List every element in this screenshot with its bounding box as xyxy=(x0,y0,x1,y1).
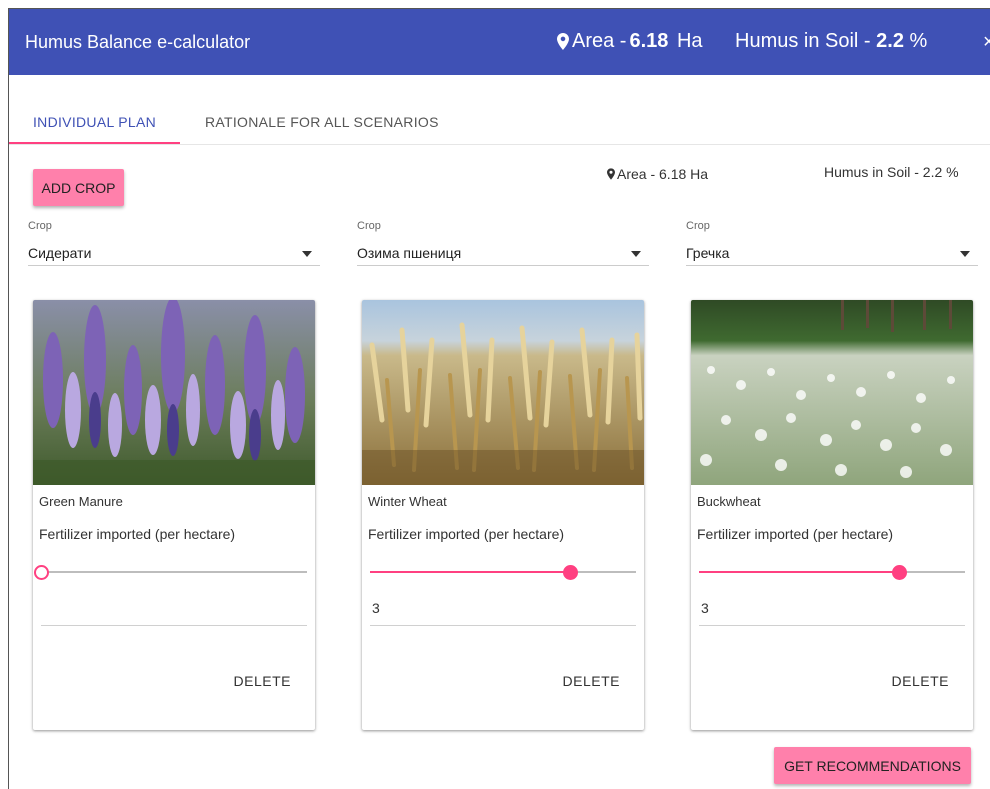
fertilizer-label: Fertilizer imported (per hectare) xyxy=(39,526,236,542)
header-area-unit: Ha xyxy=(671,30,703,52)
slider-thumb[interactable] xyxy=(891,565,907,580)
crop-select-value: Сидерати xyxy=(28,245,92,261)
fertilizer-slider[interactable] xyxy=(370,565,636,580)
lupine-flowers-image xyxy=(33,300,315,485)
slider-rail xyxy=(41,571,307,573)
crop-select-value: Озима пшениця xyxy=(357,245,462,261)
dropdown-arrow-icon xyxy=(302,251,312,257)
crop-name: Winter Wheat xyxy=(368,494,447,509)
delete-button[interactable]: DELETE xyxy=(234,673,291,689)
header-area-label: Area - xyxy=(572,30,627,52)
header-humus-unit: % xyxy=(903,30,928,52)
header-area: Area - 6.18 Ha xyxy=(557,30,703,53)
tab-indicator xyxy=(9,142,180,144)
delete-button[interactable]: DELETE xyxy=(892,673,949,689)
fertilizer-amount-input[interactable]: 3 xyxy=(370,600,636,626)
crop-card-green-manure: Green Manure Fertilizer imported (per he… xyxy=(33,300,315,730)
dropdown-arrow-icon xyxy=(631,251,641,257)
header-humus: Humus in Soil - 2.2 % xyxy=(735,30,927,53)
tab-individual-plan[interactable]: INDIVIDUAL PLAN xyxy=(9,105,180,145)
crop-name: Buckwheat xyxy=(697,494,761,509)
location-pin-icon xyxy=(557,33,569,50)
crop-select-2[interactable]: Crop Озима пшениця xyxy=(357,220,649,266)
slider-fill xyxy=(370,571,570,573)
fertilizer-slider[interactable] xyxy=(699,565,965,580)
tab-rationale-all-scenarios[interactable]: RATIONALE FOR ALL SCENARIOS xyxy=(180,105,465,145)
close-icon[interactable]: × xyxy=(983,31,990,54)
get-recommendations-button[interactable]: GET RECOMMENDATIONS xyxy=(774,747,971,784)
app-window: Humus Balance e-calculator Area - 6.18 H… xyxy=(8,8,990,789)
buckwheat-field-image xyxy=(691,300,973,485)
fertilizer-label: Fertilizer imported (per hectare) xyxy=(368,526,565,542)
crop-select-label: Crop xyxy=(686,220,710,232)
crop-select-label: Crop xyxy=(357,220,381,232)
add-crop-button[interactable]: ADD CROP xyxy=(33,169,124,206)
crop-select-3[interactable]: Crop Гречка xyxy=(686,220,978,266)
slider-fill xyxy=(699,571,899,573)
slider-thumb[interactable] xyxy=(562,565,578,580)
crop-select-1[interactable]: Crop Сидерати xyxy=(28,220,320,266)
app-title: Humus Balance e-calculator xyxy=(25,32,251,52)
delete-button[interactable]: DELETE xyxy=(563,673,620,689)
slider-thumb[interactable] xyxy=(34,565,49,580)
fertilizer-amount-input[interactable] xyxy=(41,600,307,626)
humus-info: Humus in Soil - 2.2 % xyxy=(824,164,959,180)
header-humus-label: Humus in Soil - xyxy=(735,30,877,52)
app-bar: Humus Balance e-calculator Area - 6.18 H… xyxy=(9,9,990,75)
crop-card-buckwheat: Buckwheat Fertilizer imported (per hecta… xyxy=(691,300,973,730)
area-info: Area - 6.18 Ha xyxy=(607,166,708,182)
header-humus-value: 2.2 xyxy=(876,30,904,52)
fertilizer-label: Fertilizer imported (per hectare) xyxy=(697,526,894,542)
crop-card-winter-wheat: Winter Wheat Fertilizer imported (per he… xyxy=(362,300,644,730)
crop-name: Green Manure xyxy=(39,494,123,509)
header-area-value: 6.18 xyxy=(629,30,669,52)
fertilizer-slider[interactable] xyxy=(34,565,307,580)
crop-select-value: Гречка xyxy=(686,245,730,261)
location-pin-icon xyxy=(607,168,615,180)
crop-select-label: Crop xyxy=(28,220,52,232)
fertilizer-amount-input[interactable]: 3 xyxy=(699,600,965,626)
dropdown-arrow-icon xyxy=(960,251,970,257)
area-info-text: Area - 6.18 Ha xyxy=(617,166,709,182)
tab-bar: INDIVIDUAL PLAN RATIONALE FOR ALL SCENAR… xyxy=(9,105,990,145)
wheat-field-image xyxy=(362,300,644,485)
